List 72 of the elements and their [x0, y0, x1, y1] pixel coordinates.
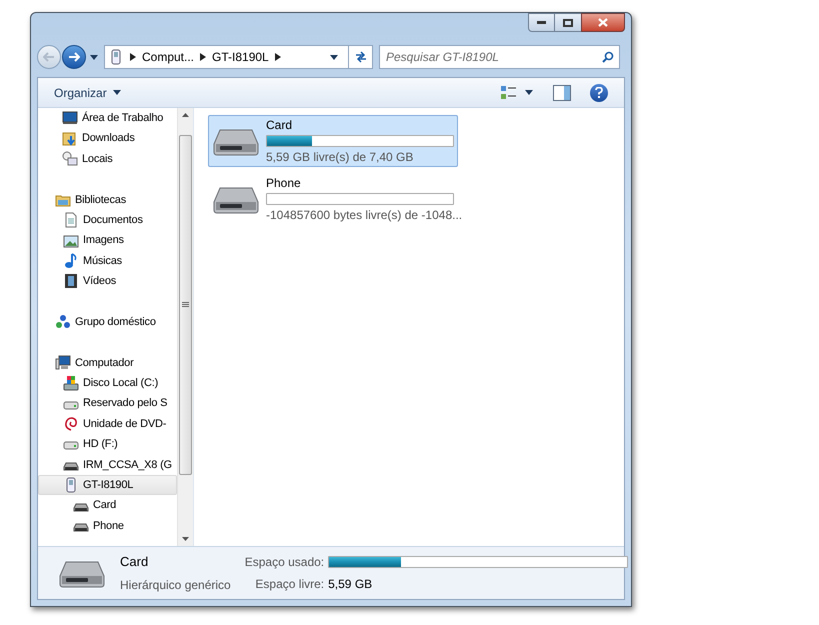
swirl-icon — [63, 416, 79, 432]
chevron-right-icon — [200, 53, 206, 61]
drive-space: 5,59 GB livre(s) de 7,40 GB — [266, 149, 414, 166]
computer-icon — [55, 354, 71, 371]
homegroup-icon — [55, 314, 71, 330]
caret-down-icon — [112, 90, 121, 95]
search-field[interactable]: Pesquisar GT-I8190L — [379, 45, 620, 69]
nav-item[interactable]: Grupo doméstico — [38, 312, 178, 332]
view-options-button[interactable] — [501, 86, 533, 100]
nav-item[interactable]: Disco Local (C:) — [38, 373, 178, 394]
free-space-value: 5,59 GB — [328, 576, 374, 593]
search-icon — [602, 51, 614, 63]
preview-pane-button[interactable] — [553, 84, 571, 100]
nav-item[interactable]: Imagens — [38, 230, 178, 251]
system-drive-icon — [63, 375, 79, 392]
maximize-icon — [563, 18, 573, 26]
folder-download-icon — [62, 130, 78, 147]
organize-button[interactable]: Organizar — [54, 84, 121, 102]
scroll-thumb[interactable] — [179, 135, 192, 475]
refresh-icon — [354, 51, 368, 63]
scrollbar[interactable] — [177, 108, 193, 546]
nav-item[interactable]: Músicas — [38, 250, 178, 272]
free-space-label: Espaço livre: — [254, 576, 324, 593]
desktop-icon — [62, 110, 78, 126]
nav-item[interactable]: Locais — [38, 148, 178, 170]
arrow-right-icon — [68, 52, 80, 62]
maximize-button[interactable] — [555, 13, 581, 32]
minimize-button[interactable] — [528, 13, 555, 32]
address-bar[interactable]: Comput... GT-I8190L — [104, 45, 373, 69]
nav-item[interactable]: Área de Trabalho — [38, 108, 178, 128]
nav-item[interactable]: Bibliotecas — [38, 190, 178, 210]
view-list-icon — [501, 86, 517, 100]
scroll-down-icon — [182, 537, 190, 541]
scroll-up-icon — [182, 113, 190, 117]
help-icon — [595, 87, 603, 98]
minimize-icon — [537, 21, 546, 24]
caret-down-icon — [330, 54, 338, 60]
nav-item[interactable]: Vídeos — [38, 271, 178, 292]
drive-name: Card — [266, 117, 294, 134]
close-icon — [598, 18, 608, 27]
nav-item[interactable]: GT-I8190L — [38, 475, 178, 496]
nav-item[interactable]: Card — [38, 495, 178, 516]
caret-down-icon — [525, 90, 533, 95]
nav-item[interactable]: Computador — [38, 352, 178, 374]
picture-icon — [63, 232, 79, 249]
music-note-icon — [63, 252, 79, 269]
used-space-label: Espaço usado: — [244, 554, 324, 571]
help-button[interactable] — [590, 84, 608, 102]
nav-item[interactable]: Unidade de DVD- — [38, 414, 178, 434]
details-name: Card — [120, 553, 150, 572]
nav-item[interactable]: HD (F:) — [38, 434, 178, 455]
forward-button[interactable] — [62, 45, 86, 69]
nav-item[interactable]: Reservado pelo S — [38, 393, 178, 414]
breadcrumb[interactable]: Comput... — [142, 48, 194, 66]
drive-tile[interactable]: Card 5,59 GB livre(s) de 7,40 GB — [208, 115, 458, 167]
places-icon — [62, 150, 78, 167]
breadcrumb[interactable]: GT-I8190L — [212, 48, 269, 66]
chevron-right-icon — [130, 53, 136, 61]
drive-name: Phone — [266, 175, 302, 192]
caret-down-icon — [90, 54, 98, 60]
film-icon — [63, 273, 79, 290]
nav-item[interactable]: Documentos — [38, 210, 178, 230]
details-type: Hierárquico genérico — [120, 576, 231, 594]
grip-icon — [182, 302, 190, 308]
document-icon — [63, 212, 79, 228]
arrow-left-icon — [43, 52, 55, 62]
nav-item[interactable]: Phone — [38, 516, 178, 536]
nav-item[interactable]: Downloads — [38, 128, 178, 149]
drive-space: -104857600 bytes livre(s) de -1048... — [266, 207, 462, 224]
nav-item[interactable]: IRM_CCSA_X8 (G — [38, 454, 178, 476]
close-button[interactable] — [581, 13, 625, 32]
chevron-right-icon — [274, 53, 281, 61]
